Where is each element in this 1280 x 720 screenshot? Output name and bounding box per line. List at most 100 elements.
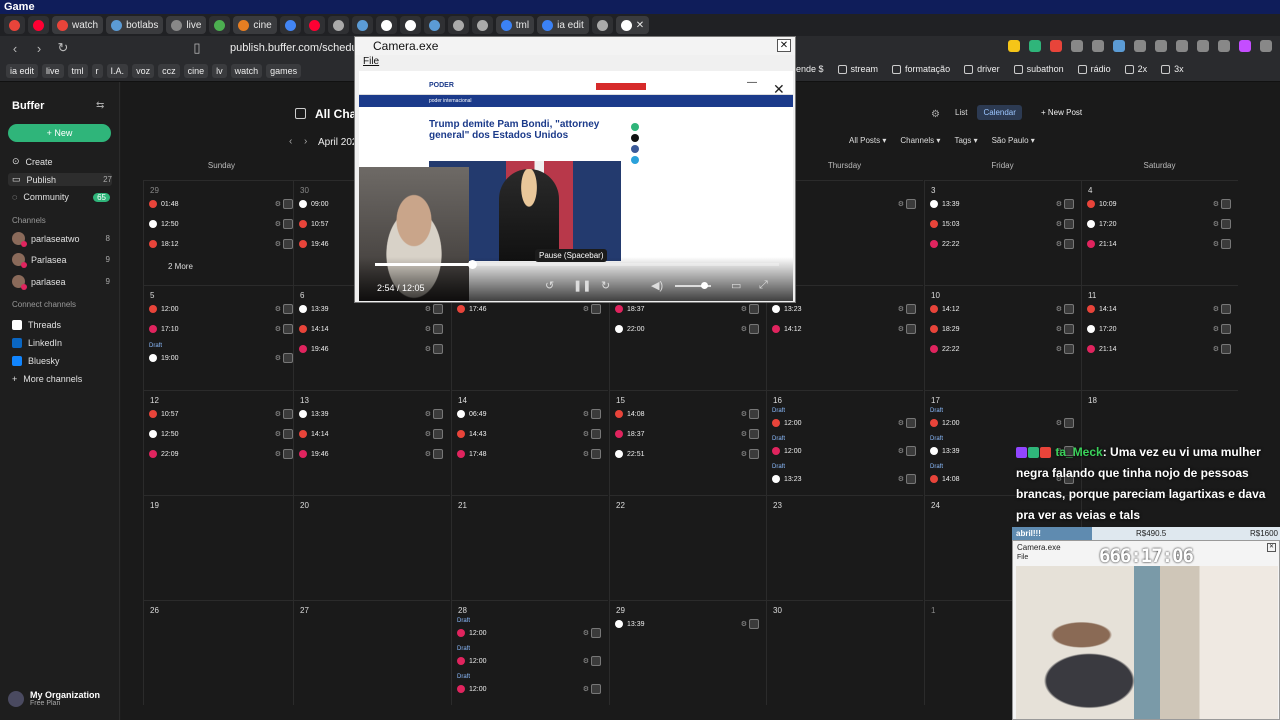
post-options-icon[interactable]: ⚙ — [898, 475, 904, 483]
fullscreen-icon[interactable]: ⤢ — [759, 279, 768, 292]
scheduled-post[interactable]: 13:39 ⚙ — [615, 618, 761, 630]
post-options-icon[interactable]: ⚙ — [425, 430, 431, 438]
post-options-icon[interactable]: ⚙ — [583, 305, 589, 313]
browser-tab[interactable]: botlabs — [106, 16, 164, 34]
calendar-day[interactable]: 23 — [766, 495, 923, 600]
calendar-day[interactable]: 29 01:48 ⚙ 12:50 ⚙ 18:12 ⚙ 2 More — [143, 180, 300, 285]
extension-icon[interactable] — [1050, 40, 1062, 52]
post-options-icon[interactable]: ⚙ — [741, 410, 747, 418]
channel-item-parlasea[interactable]: Parlasea 9 — [12, 253, 110, 268]
calendar-day[interactable]: 11 14:14 ⚙ 17:20 ⚙ 21:14 ⚙ — [1081, 285, 1238, 390]
organization-switcher[interactable]: My Organization Free Plan — [8, 690, 100, 707]
bookmark-folder[interactable]: cine — [183, 63, 209, 78]
scheduled-post[interactable]: 12:00 ⚙ — [149, 303, 295, 315]
extension-icon[interactable] — [1218, 40, 1230, 52]
browser-tab[interactable]: ia edit — [537, 16, 589, 34]
calendar-day[interactable]: 12 10:57 ⚙ 12:50 ⚙ 22:09 ⚙ — [143, 390, 300, 495]
post-options-icon[interactable]: ⚙ — [1056, 325, 1062, 333]
scheduled-post[interactable]: 22:09 ⚙ — [149, 448, 295, 460]
bookmark-folder[interactable]: lv — [212, 63, 227, 78]
browser-tab[interactable]: cine — [233, 16, 277, 34]
browser-tab[interactable]: watch — [52, 16, 104, 34]
calendar-day[interactable]: 10 14:12 ⚙ 18:29 ⚙ 22:22 ⚙ — [924, 285, 1081, 390]
more-posts-link[interactable]: 2 More — [168, 262, 193, 271]
browser-tab[interactable]: tml — [495, 16, 535, 34]
browser-tab[interactable] — [303, 16, 325, 34]
calendar-day[interactable]: 30 — [766, 600, 923, 705]
post-options-icon[interactable]: ⚙ — [583, 657, 589, 665]
bookmark-folder[interactable]: r — [91, 63, 103, 78]
reload-icon[interactable]: ↻ — [56, 40, 70, 56]
bookmark-folder[interactable]: ccz — [158, 63, 180, 78]
post-options-icon[interactable]: ⚙ — [741, 620, 747, 628]
filter-dropdown[interactable]: All Posts ▾ — [849, 136, 886, 145]
scheduled-post[interactable]: 17:20 ⚙ — [1087, 218, 1233, 230]
post-options-icon[interactable]: ⚙ — [583, 450, 589, 458]
post-options-icon[interactable]: ⚙ — [275, 354, 281, 362]
captions-icon[interactable]: ▭ — [731, 279, 741, 292]
post-options-icon[interactable]: ⚙ — [1056, 240, 1062, 248]
connect-linkedin[interactable]: LinkedIn — [12, 338, 110, 348]
volume-slider[interactable] — [675, 282, 711, 289]
scheduled-post[interactable]: 17:48 ⚙ — [457, 448, 603, 460]
bookmark-item[interactable]: subathon — [1013, 64, 1064, 74]
post-options-icon[interactable]: ⚙ — [1213, 220, 1219, 228]
scheduled-post[interactable]: 14:14 ⚙ — [299, 428, 445, 440]
extension-icon[interactable] — [1134, 40, 1146, 52]
post-options-icon[interactable]: ⚙ — [898, 447, 904, 455]
scheduled-post[interactable]: 18:37 ⚙ — [615, 303, 761, 315]
scheduled-post[interactable]: 22:51 ⚙ — [615, 448, 761, 460]
bookmark-item[interactable]: rádio — [1077, 64, 1111, 74]
scheduled-post[interactable]: 15:03 ⚙ — [930, 218, 1076, 230]
camera-file-menu[interactable]: File — [363, 56, 379, 67]
extension-icon[interactable] — [1260, 40, 1272, 52]
post-options-icon[interactable]: ⚙ — [1056, 419, 1062, 427]
close-icon[interactable]: ✕ — [1267, 543, 1276, 552]
back-icon[interactable]: ‹ — [8, 41, 22, 56]
scheduled-post[interactable]: 10:57 ⚙ — [149, 408, 295, 420]
post-options-icon[interactable]: ⚙ — [1213, 305, 1219, 313]
post-options-icon[interactable]: ⚙ — [583, 430, 589, 438]
post-options-icon[interactable]: ⚙ — [275, 410, 281, 418]
bookmark-item[interactable]: formatação — [892, 64, 950, 74]
bookmark-folder[interactable]: games — [266, 63, 302, 78]
post-options-icon[interactable]: ⚙ — [425, 325, 431, 333]
scheduled-post[interactable]: 14:14 ⚙ — [1087, 303, 1233, 315]
browser-tab[interactable] — [447, 16, 469, 34]
calendar-day[interactable]: 27 — [293, 600, 450, 705]
post-options-icon[interactable]: ⚙ — [275, 305, 281, 313]
bookmark-item[interactable]: 3x — [1161, 64, 1184, 74]
scheduled-post[interactable]: 14:08 ⚙ — [615, 408, 761, 420]
close-overlay-icon[interactable]: ✕ — [773, 81, 785, 98]
more-channels-link[interactable]: + More channels — [12, 374, 110, 384]
post-options-icon[interactable]: ⚙ — [898, 325, 904, 333]
new-button[interactable]: + New — [8, 124, 111, 142]
scheduled-post[interactable]: 19:46 ⚙ — [299, 343, 445, 355]
scheduled-post[interactable]: 22:22 ⚙ — [930, 238, 1076, 250]
calendar-day[interactable]: 21 — [451, 495, 608, 600]
post-options-icon[interactable]: ⚙ — [1213, 240, 1219, 248]
scheduled-post[interactable]: 12:00 ⚙ — [930, 417, 1076, 429]
calendar-day[interactable]: 15 14:08 ⚙ 18:37 ⚙ 22:51 ⚙ — [609, 390, 766, 495]
calendar-day[interactable]: 22 — [609, 495, 766, 600]
browser-tab[interactable] — [28, 16, 49, 34]
bookmark-folder[interactable]: live — [42, 63, 64, 78]
scheduled-post[interactable]: 12:00 ⚙ — [457, 627, 603, 639]
post-options-icon[interactable]: ⚙ — [898, 305, 904, 313]
post-options-icon[interactable]: ⚙ — [741, 305, 747, 313]
scheduled-post[interactable]: 12:50 ⚙ — [149, 218, 295, 230]
rewind-icon[interactable]: ↺ — [545, 279, 554, 292]
post-options-icon[interactable]: ⚙ — [741, 430, 747, 438]
filter-dropdown[interactable]: Tags ▾ — [954, 136, 977, 145]
new-post-button[interactable]: + New Post — [1041, 108, 1082, 117]
post-options-icon[interactable]: ⚙ — [898, 200, 904, 208]
scheduled-post[interactable]: 12:00 ⚙ — [772, 417, 918, 429]
minimize-icon[interactable]: — — [747, 77, 757, 88]
scheduled-post[interactable]: 22:22 ⚙ — [930, 343, 1076, 355]
browser-tab[interactable] — [399, 16, 421, 34]
browser-tab[interactable] — [423, 16, 445, 34]
browser-tab[interactable] — [351, 16, 373, 34]
scheduled-post[interactable]: 12:50 ⚙ — [149, 428, 295, 440]
bookmark-item[interactable]: 2x — [1124, 64, 1147, 74]
scheduled-post[interactable]: 14:14 ⚙ — [299, 323, 445, 335]
